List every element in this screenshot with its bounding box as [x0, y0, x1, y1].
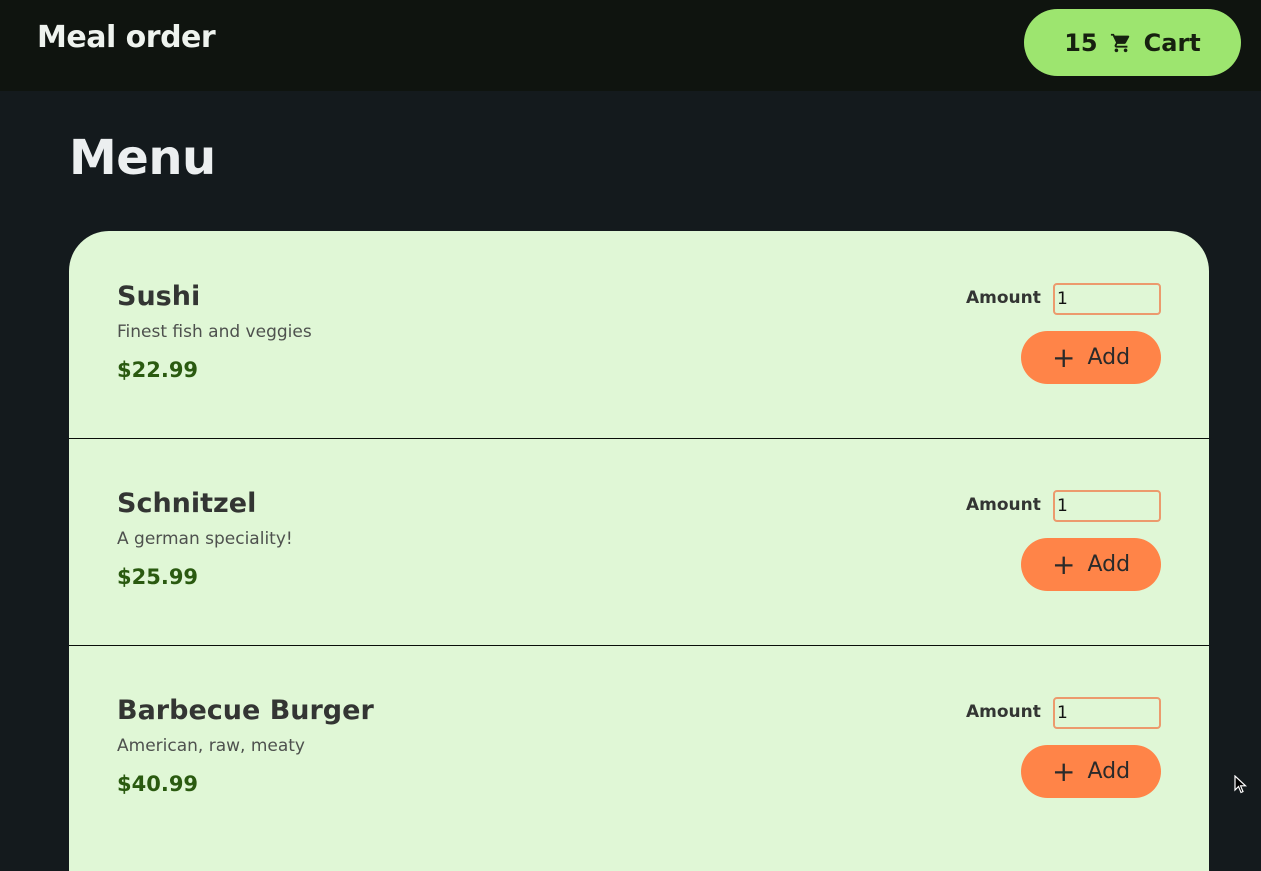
- plus-icon: +: [1051, 754, 1076, 788]
- meal-price: $22.99: [117, 358, 199, 382]
- add-to-cart-button[interactable]: + Add: [1021, 331, 1161, 384]
- add-label: Add: [1087, 759, 1131, 784]
- amount-label: Amount: [966, 288, 1041, 308]
- cart-count-badge: 15: [1064, 28, 1098, 57]
- meal-name: Sushi: [117, 281, 201, 312]
- meal-price: $40.99: [117, 772, 199, 796]
- meal-item-barbecue-burger: Barbecue Burger American, raw, meaty $40…: [69, 645, 1209, 852]
- meal-name: Barbecue Burger: [117, 695, 374, 726]
- meal-description: Finest fish and veggies: [117, 322, 312, 342]
- meal-description: A german speciality!: [117, 529, 293, 549]
- cart-icon: [1110, 32, 1132, 54]
- plus-icon: +: [1051, 547, 1076, 581]
- page-title: Menu: [69, 130, 216, 186]
- meal-price: $25.99: [117, 565, 199, 589]
- cart-label: Cart: [1143, 28, 1201, 57]
- app-title: Meal order: [37, 20, 216, 55]
- meal-item-sushi: Sushi Finest fish and veggies $22.99 Amo…: [69, 231, 1209, 439]
- meal-item-schnitzel: Schnitzel A german speciality! $25.99 Am…: [69, 438, 1209, 646]
- add-label: Add: [1087, 345, 1131, 370]
- meal-name: Schnitzel: [117, 488, 257, 519]
- cart-button[interactable]: 15 Cart: [1024, 9, 1241, 76]
- menu-list: Sushi Finest fish and veggies $22.99 Amo…: [69, 231, 1209, 871]
- amount-input[interactable]: [1053, 490, 1161, 522]
- meal-description: American, raw, meaty: [117, 736, 305, 756]
- plus-icon: +: [1051, 340, 1076, 374]
- amount-input[interactable]: [1053, 283, 1161, 315]
- add-label: Add: [1087, 552, 1131, 577]
- amount-label: Amount: [966, 702, 1041, 722]
- amount-label: Amount: [966, 495, 1041, 515]
- mouse-cursor-icon: [1234, 774, 1248, 799]
- app-header: Meal order 15 Cart: [0, 0, 1261, 91]
- add-to-cart-button[interactable]: + Add: [1021, 745, 1161, 798]
- amount-input[interactable]: [1053, 697, 1161, 729]
- add-to-cart-button[interactable]: + Add: [1021, 538, 1161, 591]
